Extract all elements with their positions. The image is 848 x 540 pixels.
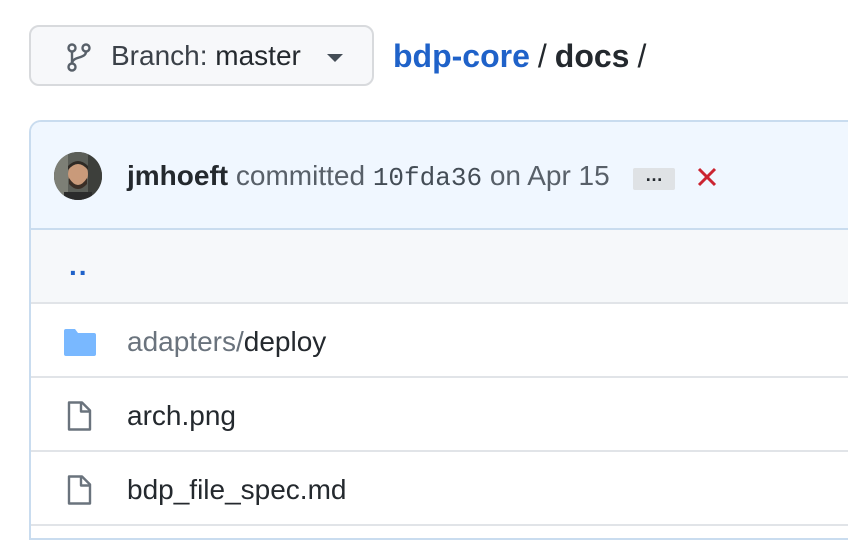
breadcrumb-separator: / [537,38,547,74]
parent-dir-row: .. [31,230,848,304]
list-item: adapters/deploy [31,304,848,378]
avatar-image [54,152,102,200]
folder-icon [64,329,96,356]
breadcrumb-current-dir: docs [554,38,630,74]
file-name-link[interactable]: adapters/deploy [127,325,326,359]
commit-author-link[interactable]: jmhoeft [127,160,228,191]
commit-sha-link[interactable]: 10fda36 [373,163,482,193]
dir-prefix: adapters/ [127,326,244,357]
breadcrumb-separator: / [637,38,647,74]
chevron-down-icon [327,54,343,62]
commit-message-expand-button[interactable]: … [633,166,675,190]
file-name-link[interactable]: arch.png [127,399,236,433]
avatar[interactable] [54,152,102,200]
parent-dir-link[interactable]: .. [69,250,89,282]
branch-label: Branch: master [111,40,301,72]
file-icon [67,475,92,505]
file-browser: jmhoeft committed 10fda36 on Apr 15 … ..… [29,120,848,540]
branch-select-button[interactable]: Branch: master [29,25,374,86]
commit-date: on Apr 15 [489,160,610,191]
list-item: bdp_file_spec.md [31,452,848,526]
status-failure-x-icon[interactable] [695,165,719,189]
repo-header: Branch: master bdp-core / docs / [0,0,848,110]
branch-name: master [215,40,301,71]
list-item: arch.png [31,378,848,452]
breadcrumb-repo-link[interactable]: bdp-core [393,38,530,74]
dir-name: deploy [243,326,327,357]
branch-prefix: Branch: [111,40,216,71]
commit-summary: jmhoeft committed 10fda36 on Apr 15 [127,158,610,196]
commit-verb: committed [235,160,366,191]
latest-commit-bar: jmhoeft committed 10fda36 on Apr 15 … [31,122,848,230]
git-branch-icon [67,43,91,72]
breadcrumb: bdp-core / docs / [393,36,654,76]
file-name-link[interactable]: bdp_file_spec.md [127,473,346,507]
file-icon [67,401,92,431]
